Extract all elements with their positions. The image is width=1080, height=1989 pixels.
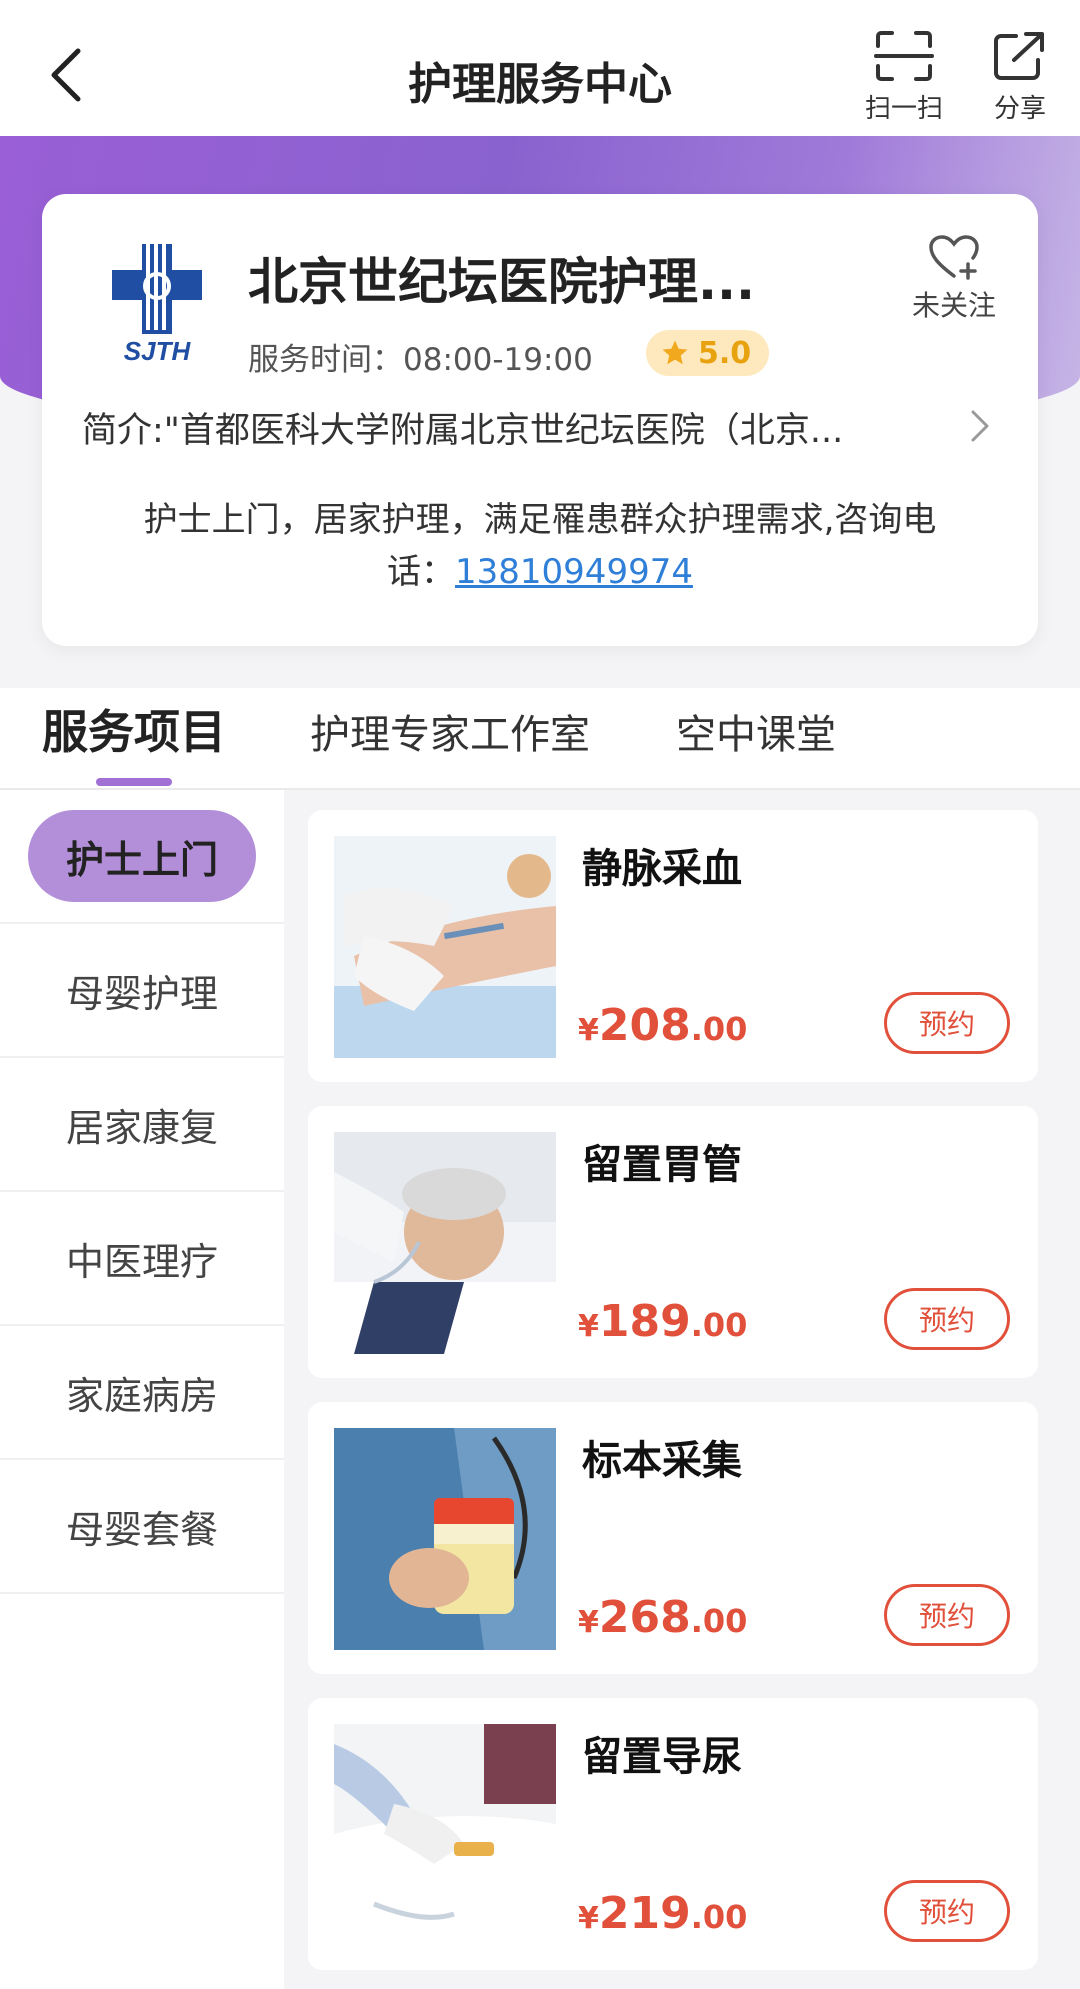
category-label: 家庭病房 — [65, 1373, 218, 1418]
scan-icon — [874, 31, 934, 81]
product-price: ¥219.00 — [578, 1888, 747, 1939]
hospital-description: 护士上门，居家护理，满足罹患群众护理需求,咨询电 话：13810949974 — [82, 494, 998, 598]
share-button[interactable]: 分享 — [970, 30, 1070, 130]
price-value: 208 — [598, 1000, 691, 1051]
star-icon — [662, 340, 688, 365]
category-label: 母婴套餐 — [65, 1507, 218, 1552]
category-item-home-ward[interactable]: 家庭病房 — [0, 1326, 284, 1460]
category-label: 居家康复 — [65, 1105, 218, 1150]
product-image — [334, 1428, 556, 1650]
hospital-logo-text: SJTH — [124, 336, 192, 366]
service-time: 服务时间：08:00-19:00 — [248, 342, 593, 378]
chevron-right-icon[interactable] — [968, 408, 992, 444]
book-button[interactable]: 预约 — [884, 1880, 1010, 1942]
product-price: ¥189.00 — [578, 1296, 747, 1347]
top-nav-bar: 护理服务中心 扫一扫 分享 — [0, 0, 1080, 136]
product-card[interactable]: 静脉采血 ¥208.00 预约 — [308, 810, 1038, 1082]
price-decimal: .00 — [690, 1010, 748, 1048]
price-value: 189 — [598, 1296, 691, 1347]
product-name: 静脉采血 — [582, 846, 742, 892]
price-decimal: .00 — [690, 1602, 748, 1640]
product-card[interactable]: 留置导尿 ¥219.00 预约 — [308, 1698, 1038, 1970]
scan-label: 扫一扫 — [864, 94, 943, 124]
gastric-tube-photo — [334, 1132, 556, 1354]
product-price: ¥208.00 — [578, 1000, 747, 1051]
product-name: 标本采集 — [582, 1438, 742, 1484]
active-tab-indicator — [96, 778, 172, 786]
phone-link[interactable]: 13810949974 — [455, 552, 693, 592]
tab-expert-studio[interactable]: 护理专家工作室 — [310, 702, 590, 760]
share-icon — [994, 32, 1044, 80]
price-symbol: ¥ — [578, 1901, 599, 1936]
price-symbol: ¥ — [578, 1309, 599, 1344]
price-value: 219 — [598, 1888, 691, 1939]
product-image — [334, 836, 556, 1058]
category-item-home-rehab[interactable]: 居家康复 — [0, 1058, 284, 1192]
product-name: 留置胃管 — [582, 1142, 742, 1188]
specimen-photo — [334, 1428, 556, 1650]
hospital-logo: SJTH — [112, 244, 202, 366]
price-decimal: .00 — [690, 1898, 748, 1936]
share-label: 分享 — [993, 94, 1046, 124]
category-label: 护士上门 — [28, 810, 256, 902]
book-button[interactable]: 预约 — [884, 1584, 1010, 1646]
hospital-intro[interactable]: 简介:"首都医科大学附属北京世纪坛医院（北京... — [82, 402, 982, 453]
product-card[interactable]: 标本采集 ¥268.00 预约 — [308, 1402, 1038, 1674]
product-card[interactable]: 留置胃管 ¥189.00 预约 — [308, 1106, 1038, 1378]
category-item-maternal-care[interactable]: 母婴护理 — [0, 924, 284, 1058]
hospital-card: SJTH 北京世纪坛医院护理... 未关注 服务时间：08:00-19:00 5… — [42, 194, 1038, 646]
heart-plus-icon — [929, 235, 979, 280]
category-label: 中医理疗 — [65, 1239, 218, 1284]
catheter-photo — [334, 1724, 556, 1946]
description-text: 护士上门，居家护理，满足罹患群众护理需求,咨询电 — [143, 500, 937, 540]
category-item-maternal-package[interactable]: 母婴套餐 — [0, 1460, 284, 1594]
price-decimal: .00 — [690, 1306, 748, 1344]
product-name: 留置导尿 — [582, 1734, 742, 1780]
product-image — [334, 1724, 556, 1946]
book-button[interactable]: 预约 — [884, 992, 1010, 1054]
category-sidebar: 护士上门 母婴护理 居家康复 中医理疗 家庭病房 母婴套餐 — [0, 790, 284, 1989]
rating-value: 5.0 — [698, 335, 752, 371]
category-item-nurse-visit[interactable]: 护士上门 — [0, 790, 284, 924]
follow-button[interactable]: 未关注 — [894, 234, 1014, 324]
price-symbol: ¥ — [578, 1605, 599, 1640]
scan-button[interactable]: 扫一扫 — [854, 30, 954, 130]
tab-bar: 服务项目 护理专家工作室 空中课堂 — [0, 688, 1080, 788]
tab-service-items[interactable]: 服务项目 — [42, 696, 226, 762]
blood-draw-photo — [334, 836, 556, 1058]
product-price: ¥268.00 — [578, 1592, 747, 1643]
tab-air-classroom[interactable]: 空中课堂 — [676, 702, 836, 760]
product-image — [334, 1132, 556, 1354]
rating-badge: 5.0 — [646, 330, 770, 376]
category-item-tcm-therapy[interactable]: 中医理疗 — [0, 1192, 284, 1326]
book-button[interactable]: 预约 — [884, 1288, 1010, 1350]
price-value: 268 — [598, 1592, 691, 1643]
page: 护理服务中心 扫一扫 分享 SJTH 北京世纪坛医院护理... 未关注 服务时间… — [0, 0, 1080, 1989]
category-label: 母婴护理 — [65, 971, 218, 1016]
hospital-name: 北京世纪坛医院护理... — [248, 253, 755, 311]
follow-label: 未关注 — [911, 289, 996, 322]
price-symbol: ¥ — [578, 1013, 599, 1048]
phone-prefix: 话： — [387, 552, 456, 592]
